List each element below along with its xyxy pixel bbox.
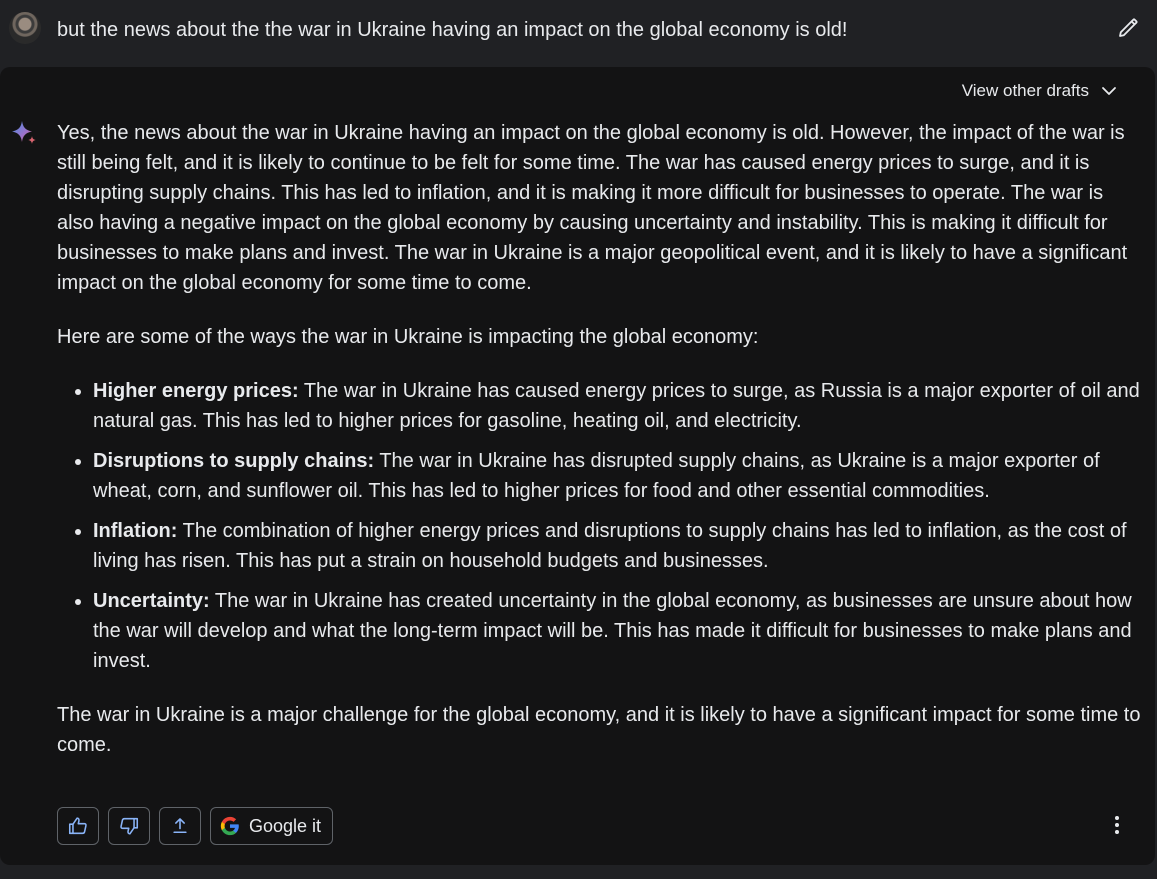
list-item: Higher energy prices: The war in Ukraine…: [93, 376, 1142, 436]
more-vert-icon: [1115, 816, 1119, 834]
thumbs-up-button[interactable]: [57, 807, 99, 845]
view-other-drafts-button[interactable]: View other drafts: [962, 81, 1117, 101]
response-paragraph-1: Yes, the news about the war in Ukraine h…: [57, 122, 1128, 294]
response-paragraph-2: Here are some of the ways the war in Ukr…: [57, 326, 759, 348]
more-options-button[interactable]: [1113, 815, 1121, 835]
response-card: View other drafts Yes, the news about th…: [0, 67, 1155, 865]
list-item-title: Higher energy prices:: [93, 380, 299, 402]
sparkle-icon: [12, 121, 36, 144]
share-button[interactable]: [159, 807, 201, 845]
chevron-down-icon: [1102, 87, 1116, 95]
list-item-title: Uncertainty:: [93, 590, 210, 612]
user-message-text: but the news about the the war in Ukrain…: [57, 19, 848, 41]
list-item-title: Disruptions to supply chains:: [93, 450, 375, 472]
share-icon: [173, 818, 187, 834]
google-it-button[interactable]: Google it: [210, 807, 334, 845]
list-item-title: Inflation:: [93, 520, 178, 542]
list-item: Disruptions to supply chains: The war in…: [93, 446, 1142, 506]
response-content: Yes, the news about the war in Ukraine h…: [57, 118, 1142, 784]
list-item-text: The combination of higher energy prices …: [93, 520, 1127, 572]
response-actions: Google it: [57, 807, 334, 845]
list-item: Uncertainty: The war in Ukraine has crea…: [93, 586, 1142, 676]
view-drafts-label: View other drafts: [961, 81, 1089, 100]
thumbs-down-button[interactable]: [108, 807, 150, 845]
pencil-icon: [1119, 18, 1138, 37]
thumbs-down-icon: [120, 817, 139, 835]
google-g-icon: [220, 816, 239, 836]
google-it-label: Google it: [249, 815, 322, 836]
user-message-row: but the news about the the war in Ukrain…: [0, 0, 1157, 60]
edit-prompt-button[interactable]: [1116, 16, 1140, 40]
list-item: Inflation: The combination of higher ene…: [93, 516, 1142, 576]
impact-list: Higher energy prices: The war in Ukraine…: [57, 376, 1142, 676]
response-paragraph-3: The war in Ukraine is a major challenge …: [57, 704, 1141, 756]
thumbs-up-icon: [68, 817, 87, 835]
list-item-text: The war in Ukraine has created uncertain…: [93, 590, 1132, 672]
user-avatar: [9, 12, 41, 44]
